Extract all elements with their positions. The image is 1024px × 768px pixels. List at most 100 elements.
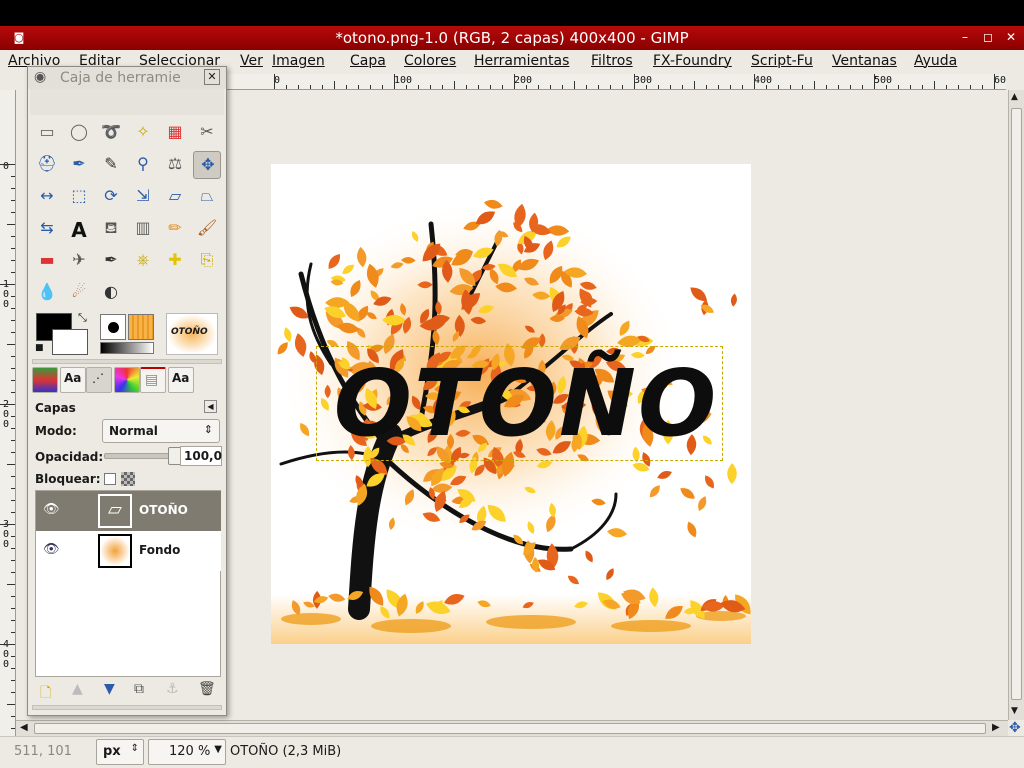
layer-row-fondo[interactable]: 👁 Fondo: [36, 531, 221, 571]
raise-layer-icon[interactable]: ▲: [72, 681, 83, 697]
anchor-layer-icon[interactable]: ⚓: [166, 681, 179, 697]
tab-fonts[interactable]: Aa: [60, 367, 86, 393]
vertical-scroll-thumb[interactable]: [1011, 108, 1022, 700]
lower-layer-icon[interactable]: ▼: [104, 681, 115, 697]
bucket-fill-tool-icon[interactable]: ⛾: [97, 215, 125, 243]
mode-dropdown[interactable]: Normal ⇕: [102, 419, 220, 443]
scroll-up-icon[interactable]: ▲: [1011, 92, 1018, 102]
tab-palettes[interactable]: [114, 367, 140, 393]
blur-tool-icon[interactable]: 💧: [33, 279, 61, 307]
close-icon[interactable]: ✕: [1002, 30, 1020, 46]
mode-label: Modo:: [35, 424, 77, 438]
fuzzy-select-tool-icon[interactable]: ✧: [129, 119, 157, 147]
opacity-input[interactable]: 100,0: [180, 446, 222, 466]
layer-name: OTOÑO: [139, 503, 188, 517]
image-canvas[interactable]: OTOÑO: [271, 164, 751, 644]
background-color[interactable]: [52, 329, 88, 355]
minimize-icon[interactable]: –: [956, 30, 974, 46]
text-tool-icon[interactable]: A: [65, 215, 93, 243]
horizontal-scroll-thumb[interactable]: [34, 723, 986, 734]
menu-ver[interactable]: Ver: [240, 53, 263, 69]
menu-imagen[interactable]: Imagen: [272, 53, 325, 69]
ruler-tick: [598, 85, 599, 89]
gradient-indicator[interactable]: [100, 342, 154, 354]
scissors-tool-icon[interactable]: ✂: [193, 119, 221, 147]
lock-alpha-icon[interactable]: [121, 472, 135, 486]
paths-tool-icon[interactable]: ✒: [65, 151, 93, 179]
default-colors-icon[interactable]: ■: [35, 343, 44, 353]
ruler-tick: [11, 680, 15, 681]
pencil-tool-icon[interactable]: ✏: [161, 215, 189, 243]
layer-row-otono[interactable]: 👁 ▱ OTOÑO: [36, 491, 221, 531]
canvas-area[interactable]: OTOÑO: [226, 90, 1008, 720]
menu-colores[interactable]: Colores: [404, 53, 456, 69]
shear-tool-icon[interactable]: ▱: [161, 183, 189, 211]
navigate-icon[interactable]: ✥: [1009, 720, 1021, 736]
brush-indicator[interactable]: [100, 314, 126, 340]
horizontal-scrollbar[interactable]: ◀ ▶: [16, 720, 1008, 736]
perspective-tool-icon[interactable]: ⏢: [193, 183, 221, 211]
tab-text[interactable]: Aa: [168, 367, 194, 393]
ruler-tick: [11, 380, 15, 381]
eraser-tool-icon[interactable]: ▬: [33, 247, 61, 275]
panel-menu-icon[interactable]: ◀: [204, 400, 217, 413]
clone-tool-icon[interactable]: ⎈: [129, 247, 157, 275]
perspective-clone-tool-icon[interactable]: ⎘: [193, 247, 221, 275]
horizontal-ruler[interactable]: 0 100 200 300 400 500 60: [226, 74, 1006, 90]
lock-pixels-checkbox[interactable]: [104, 473, 116, 485]
tab-layers-active[interactable]: ▤: [140, 367, 166, 393]
maximize-icon[interactable]: ◻: [979, 30, 997, 46]
dodge-burn-tool-icon[interactable]: ◐: [97, 279, 125, 307]
menu-ventanas[interactable]: Ventanas: [832, 53, 897, 69]
toolbox-title: Caja de herramie: [60, 70, 181, 86]
smudge-tool-icon[interactable]: ☄: [65, 279, 93, 307]
scroll-left-icon[interactable]: ◀: [20, 722, 28, 733]
crop-tool-icon[interactable]: ⬚: [65, 183, 93, 211]
measure-tool-icon[interactable]: ⚖: [161, 151, 189, 179]
color-select-tool-icon[interactable]: ▦: [161, 119, 189, 147]
ink-tool-icon[interactable]: ✒: [97, 247, 125, 275]
move-tool-icon[interactable]: ✥: [193, 151, 221, 179]
new-layer-icon[interactable]: 🗋: [40, 682, 51, 706]
tab-layers[interactable]: [32, 367, 58, 393]
align-tool-icon[interactable]: ↔: [33, 183, 61, 211]
tab-paths[interactable]: ⋰: [86, 367, 112, 393]
menu-script-fu[interactable]: Script-Fu: [751, 53, 813, 69]
eye-icon[interactable]: 👁: [43, 502, 60, 517]
duplicate-layer-icon[interactable]: ⧉: [134, 681, 144, 697]
toolbox-close-icon[interactable]: ✕: [204, 69, 220, 85]
pattern-indicator[interactable]: [128, 314, 154, 340]
heal-tool-icon[interactable]: ✚: [161, 247, 189, 275]
swap-colors-icon[interactable]: ⤡: [78, 311, 87, 325]
vertical-ruler[interactable]: 0 1 0 0 2 0 0 3 0 0 4 0 0: [0, 90, 16, 768]
delete-layer-icon[interactable]: 🗑: [198, 681, 216, 697]
menu-ayuda[interactable]: Ayuda: [914, 53, 957, 69]
menu-filtros[interactable]: Filtros: [591, 53, 633, 69]
menu-capa[interactable]: Capa: [350, 53, 386, 69]
scroll-down-icon[interactable]: ▼: [1011, 706, 1018, 716]
flip-tool-icon[interactable]: ⇆: [33, 215, 61, 243]
toolbox-window: ◉ Caja de herramie ✕ ▭ ◯ ➰ ✧ ▦ ✂ ⛑ ✒ ✎ ⚲ ⚖ ✥ ↔ ⬚ ⟳ ⇲ ▱ ⏢ ⇆…: [27, 66, 227, 716]
airbrush-tool-icon[interactable]: ✈: [65, 247, 93, 275]
rect-select-tool-icon[interactable]: ▭: [33, 119, 61, 147]
paintbrush-tool-icon[interactable]: 🖌: [193, 215, 221, 243]
zoom-select[interactable]: 120 % ▼: [148, 739, 226, 765]
unit-select[interactable]: px ⇕: [96, 739, 144, 765]
free-select-tool-icon[interactable]: ➰: [97, 119, 125, 147]
image-preview-thumbnail[interactable]: OTOÑO: [166, 313, 218, 355]
scroll-right-icon[interactable]: ▶: [992, 722, 1000, 733]
rotate-tool-icon[interactable]: ⟳: [97, 183, 125, 211]
scale-tool-icon[interactable]: ⇲: [129, 183, 157, 211]
eye-icon[interactable]: 👁: [43, 542, 60, 557]
color-picker-tool-icon[interactable]: ✎: [97, 151, 125, 179]
vertical-scrollbar[interactable]: ▲ ▼: [1008, 90, 1024, 720]
blend-tool-icon[interactable]: ▥: [129, 215, 157, 243]
ruler-tick: [11, 356, 15, 357]
foreground-select-tool-icon[interactable]: ⛑: [33, 151, 61, 179]
menu-fx-foundry[interactable]: FX-Foundry: [653, 53, 732, 69]
zoom-tool-icon[interactable]: ⚲: [129, 151, 157, 179]
menu-herramientas[interactable]: Herramientas: [474, 53, 569, 69]
toolbox-titlebar[interactable]: ◉ Caja de herramie ✕: [28, 67, 226, 89]
ellipse-select-tool-icon[interactable]: ◯: [65, 119, 93, 147]
mode-value: Normal: [109, 424, 158, 438]
